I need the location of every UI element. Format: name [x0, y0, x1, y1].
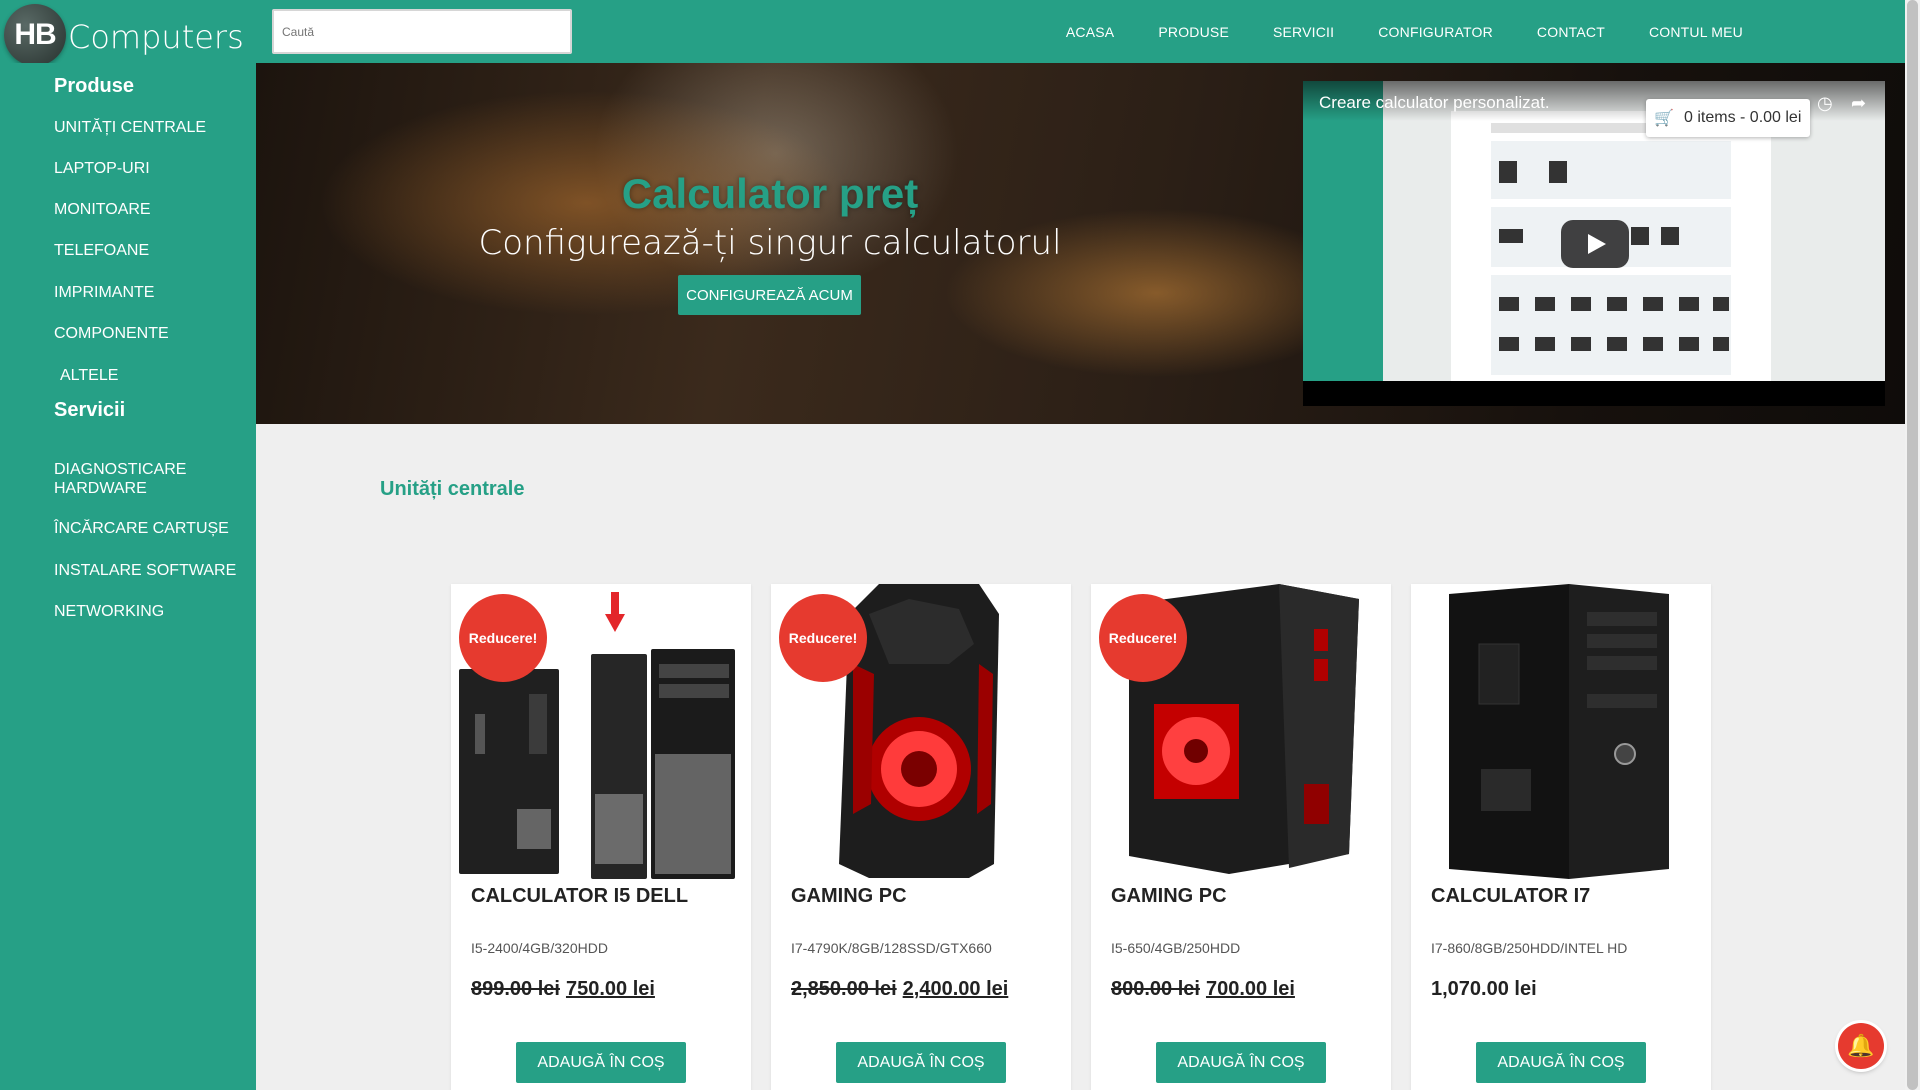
- notification-bell-icon[interactable]: 🔔: [1838, 1023, 1884, 1069]
- nav-contact[interactable]: CONTACT: [1515, 24, 1627, 40]
- search-input[interactable]: [272, 9, 572, 54]
- product-spec: I7-4790K/8GB/128SSD/GTX660: [791, 940, 992, 956]
- product-spec: I5-650/4GB/250HDD: [1111, 940, 1241, 956]
- play-icon[interactable]: [1561, 220, 1629, 268]
- product-title[interactable]: GAMING PC: [791, 885, 907, 908]
- sidebar: Produse UNITĂȚI CENTRALE LAPTOP-URI MONI…: [0, 63, 256, 1090]
- hero-subtitle: Configurează-ți singur calculatorul: [478, 223, 1062, 263]
- sidebar-item-diagnosticare[interactable]: DIAGNOSTICARE HARDWARE: [54, 460, 244, 498]
- main-nav: ACASA PRODUSE SERVICII CONFIGURATOR CONT…: [1044, 0, 1765, 63]
- sidebar-item-imprimante[interactable]: IMPRIMANTE: [54, 283, 244, 302]
- logo-badge: HB: [4, 4, 66, 66]
- sidebar-item-telefoane[interactable]: TELEFOANE: [54, 241, 244, 260]
- product-image[interactable]: [1419, 584, 1703, 880]
- sale-price: 2,400.00 lei: [902, 978, 1009, 1000]
- watch-later-icon[interactable]: ◷: [1817, 93, 1833, 114]
- product-card: CALCULATOR I7 I7-860/8GB/250HDD/INTEL HD…: [1411, 584, 1711, 1090]
- old-price: 800.00 lei: [1111, 978, 1200, 1000]
- sidebar-item-instalare-software[interactable]: INSTALARE SOFTWARE: [54, 561, 244, 580]
- sidebar-item-altele[interactable]: ALTELE: [60, 366, 250, 385]
- page-scrollbar[interactable]: [1905, 0, 1920, 1090]
- nav-configurator[interactable]: CONFIGURATOR: [1356, 24, 1515, 40]
- sale-price: 750.00 lei: [565, 978, 655, 1000]
- scrollbar-thumb[interactable]: [1907, 0, 1918, 1090]
- sidebar-heading-servicii: Servicii: [54, 399, 126, 421]
- top-bar: HB Computers ACASA PRODUSE SERVICII CONF…: [0, 0, 1905, 66]
- hero-title: Calculator preț: [621, 170, 919, 217]
- product-price: 899.00 lei 750.00 lei: [471, 978, 655, 1001]
- sidebar-item-monitoare[interactable]: MONITOARE: [54, 200, 244, 219]
- add-to-cart-button[interactable]: ADAUGĂ ÎN COȘ: [1156, 1042, 1326, 1083]
- product-card: Reducere! GAMING PC I7-4790K/8GB/128SSD/…: [771, 584, 1071, 1090]
- video-title[interactable]: Creare calculator personalizat.: [1319, 93, 1550, 113]
- sidebar-heading-produse: Produse: [54, 75, 135, 97]
- sale-badge: Reducere!: [459, 594, 547, 682]
- nav-produse[interactable]: PRODUSE: [1136, 24, 1251, 40]
- logo-text: Computers: [68, 18, 244, 56]
- add-to-cart-button[interactable]: ADAUGĂ ÎN COȘ: [836, 1042, 1006, 1083]
- cart-icon: 🛒: [1654, 110, 1674, 127]
- add-to-cart-button[interactable]: ADAUGĂ ÎN COȘ: [1476, 1042, 1646, 1083]
- sale-badge: Reducere!: [779, 594, 867, 682]
- product-price: 2,850.00 lei 2,400.00 lei: [791, 978, 1008, 1001]
- sale-price: 700.00 lei: [1205, 978, 1295, 1000]
- sidebar-item-incarcare-cartuse[interactable]: ÎNCĂRCARE CARTUȘE: [54, 519, 244, 538]
- regular-price: 1,070.00 lei: [1431, 978, 1537, 1000]
- product-card: Reducere! CALCULATOR I5 DELL I5-2400/4GB…: [451, 584, 751, 1090]
- nav-contul-meu[interactable]: CONTUL MEU: [1627, 24, 1765, 40]
- sidebar-item-networking[interactable]: NETWORKING: [54, 602, 244, 621]
- old-price: 2,850.00 lei: [791, 978, 897, 1000]
- sidebar-item-unitati-centrale[interactable]: UNITĂȚI CENTRALE: [54, 118, 244, 137]
- nav-servicii[interactable]: SERVICII: [1251, 24, 1356, 40]
- sidebar-item-laptop-uri[interactable]: LAPTOP-URI: [54, 159, 244, 178]
- product-card: Reducere! GAMING PC I5-650/4GB/250HDD 80…: [1091, 584, 1391, 1090]
- old-price: 899.00 lei: [471, 978, 560, 1000]
- site-logo[interactable]: HB Computers: [4, 4, 244, 66]
- product-price: 1,070.00 lei: [1431, 978, 1537, 1001]
- configure-now-button[interactable]: CONFIGUREAZĂ ACUM: [678, 275, 861, 315]
- product-spec: I7-860/8GB/250HDD/INTEL HD: [1431, 940, 1628, 956]
- cart-summary: 0 items - 0.00 lei: [1684, 109, 1802, 126]
- add-to-cart-button[interactable]: ADAUGĂ ÎN COȘ: [516, 1042, 686, 1083]
- share-icon[interactable]: ➦: [1851, 93, 1866, 114]
- video-thumbnail-sidebar: [1303, 81, 1383, 381]
- product-title[interactable]: CALCULATOR I5 DELL: [471, 885, 688, 908]
- cart-widget[interactable]: 🛒 0 items - 0.00 lei: [1646, 99, 1810, 137]
- sale-badge: Reducere!: [1099, 594, 1187, 682]
- sidebar-item-componente[interactable]: COMPONENTE: [54, 324, 244, 343]
- product-title[interactable]: CALCULATOR I7: [1431, 885, 1590, 908]
- product-title[interactable]: GAMING PC: [1111, 885, 1227, 908]
- section-title: Unități centrale: [380, 478, 525, 500]
- product-price: 800.00 lei 700.00 lei: [1111, 978, 1295, 1001]
- nav-acasa[interactable]: ACASA: [1044, 24, 1136, 40]
- product-spec: I5-2400/4GB/320HDD: [471, 940, 608, 956]
